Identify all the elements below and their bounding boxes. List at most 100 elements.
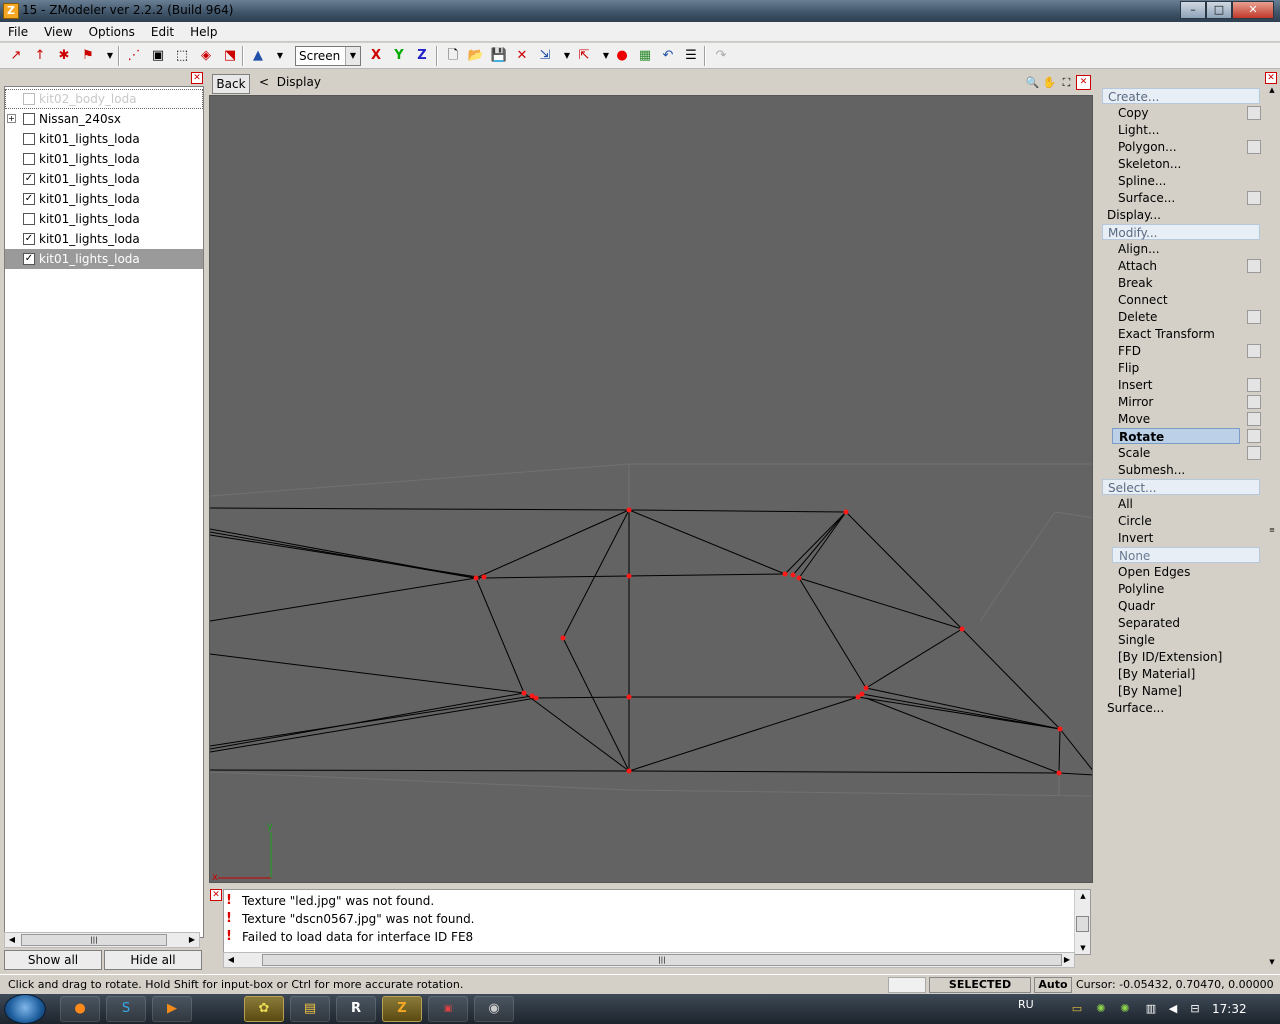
- clock[interactable]: 17:32: [1212, 1002, 1247, 1016]
- command-quadr[interactable]: Quadr: [1112, 598, 1240, 614]
- maximize-button[interactable]: □: [1206, 1, 1232, 19]
- edge-mode-icon[interactable]: ▣: [148, 46, 168, 66]
- tray-bug-icon-2[interactable]: ✺: [1118, 1002, 1132, 1016]
- log-horizontal-scrollbar[interactable]: ◀ ||| ▶: [223, 952, 1075, 968]
- command-align[interactable]: Align...: [1112, 241, 1240, 257]
- command-group-modify[interactable]: Modify...: [1102, 224, 1260, 240]
- command-submesh[interactable]: Submesh...: [1112, 462, 1240, 478]
- command-scrollbar[interactable]: ▲ ≡ ▼: [1266, 86, 1278, 970]
- command-by-id-extension[interactable]: [By ID/Extension]: [1112, 649, 1240, 665]
- command-options-box[interactable]: [1247, 140, 1261, 154]
- close-icon[interactable]: ✕: [1076, 75, 1091, 90]
- command-polygon[interactable]: Polygon...: [1112, 139, 1240, 155]
- breadcrumb[interactable]: < Display: [259, 75, 321, 89]
- hide-all-button[interactable]: Hide all: [104, 950, 202, 970]
- menu-options[interactable]: Options: [81, 25, 143, 39]
- command-attach[interactable]: Attach: [1112, 258, 1240, 274]
- save-icon[interactable]: 💾: [489, 46, 509, 66]
- poly-mode-icon[interactable]: ⬚: [172, 46, 192, 66]
- redo-icon[interactable]: ↷: [711, 46, 731, 66]
- command-group-display[interactable]: Display...: [1102, 207, 1260, 223]
- command-open-edges[interactable]: Open Edges: [1112, 564, 1240, 580]
- tree-horizontal-scrollbar[interactable]: ◀ ||| ▶: [4, 932, 200, 948]
- pan-hand-icon[interactable]: ✋: [1042, 75, 1057, 90]
- command-move[interactable]: Move: [1112, 411, 1240, 427]
- selection-mode-indicator[interactable]: SELECTED MODE: [929, 977, 1031, 1005]
- show-all-button[interactable]: Show all: [4, 950, 102, 970]
- command-options-box[interactable]: [1247, 344, 1261, 358]
- command-group-surface[interactable]: Surface...: [1102, 700, 1260, 716]
- command-options-box[interactable]: [1247, 412, 1261, 426]
- command-options-box[interactable]: [1247, 395, 1261, 409]
- back-button[interactable]: Back: [212, 74, 250, 94]
- command-ffd[interactable]: FFD: [1112, 343, 1240, 359]
- dropdown-arrow-icon[interactable]: ▼: [100, 46, 120, 66]
- media-player-task-icon[interactable]: ▶: [152, 996, 192, 1022]
- new-file-icon[interactable]: 🗋: [443, 46, 463, 66]
- tray-usb-icon[interactable]: ⊟: [1188, 1002, 1202, 1016]
- tray-bug-icon[interactable]: ✺: [1094, 1002, 1108, 1016]
- visibility-checkbox[interactable]: [23, 153, 35, 165]
- command-exact-transform[interactable]: Exact Transform: [1112, 326, 1240, 342]
- command-connect[interactable]: Connect: [1112, 292, 1240, 308]
- wireframe-mesh[interactable]: y x: [210, 96, 1093, 883]
- bee-task-icon[interactable]: ✿: [244, 996, 284, 1022]
- scroll-up-icon[interactable]: ▲: [1075, 890, 1091, 902]
- tree-item[interactable]: ✓ kit01_lights_loda: [5, 249, 203, 269]
- open-folder-icon[interactable]: 📂: [466, 46, 486, 66]
- visibility-checkbox[interactable]: [23, 133, 35, 145]
- minimize-button[interactable]: –: [1180, 1, 1206, 19]
- surface-mode-icon[interactable]: ◈: [196, 46, 216, 66]
- command-rotate[interactable]: Rotate: [1112, 428, 1240, 444]
- visibility-checkbox[interactable]: ✓: [23, 173, 35, 185]
- scroll-up-icon[interactable]: ▲: [1266, 86, 1278, 98]
- command-options-box[interactable]: [1247, 429, 1261, 443]
- explorer-task-icon[interactable]: ▤: [290, 996, 330, 1022]
- visibility-checkbox[interactable]: [23, 213, 35, 225]
- vertex-mode-icon[interactable]: ⋰: [124, 46, 144, 66]
- menu-help[interactable]: Help: [182, 25, 225, 39]
- command-invert[interactable]: Invert: [1112, 530, 1240, 546]
- bms-task-icon[interactable]: ▣: [428, 996, 468, 1022]
- auto-indicator[interactable]: Auto: [1034, 977, 1072, 993]
- command-polyline[interactable]: Polyline: [1112, 581, 1240, 597]
- command-mirror[interactable]: Mirror: [1112, 394, 1240, 410]
- command-options-box[interactable]: [1247, 259, 1261, 273]
- object-mode-icon[interactable]: ⬔: [220, 46, 240, 66]
- undo-icon[interactable]: ↶: [658, 46, 678, 66]
- command-skeleton[interactable]: Skeleton...: [1112, 156, 1240, 172]
- start-button[interactable]: [4, 994, 46, 1024]
- scroll-thumb[interactable]: |||: [262, 954, 1062, 966]
- command-single[interactable]: Single: [1112, 632, 1240, 648]
- export-icon[interactable]: ⇱: [574, 46, 594, 66]
- tree-item[interactable]: kit02_body_loda: [5, 89, 203, 109]
- visibility-checkbox[interactable]: ✓: [23, 233, 35, 245]
- maximize-viewport-icon[interactable]: ⛶: [1059, 75, 1074, 90]
- command-scale[interactable]: Scale: [1112, 445, 1240, 461]
- menu-edit[interactable]: Edit: [143, 25, 182, 39]
- command-insert[interactable]: Insert: [1112, 377, 1240, 393]
- tray-folder-icon[interactable]: ▭: [1070, 1002, 1084, 1016]
- command-spline[interactable]: Spline...: [1112, 173, 1240, 189]
- language-indicator[interactable]: RU: [1018, 998, 1034, 1011]
- log-vertical-scrollbar[interactable]: ▲ ▼: [1074, 890, 1090, 954]
- delete-icon[interactable]: ✕: [512, 46, 532, 66]
- command-none[interactable]: None: [1112, 547, 1260, 563]
- tree-item[interactable]: kit01_lights_loda: [5, 129, 203, 149]
- command-options-box[interactable]: [1247, 378, 1261, 392]
- 3d-viewport[interactable]: y x: [209, 95, 1093, 883]
- chevron-down-icon[interactable]: ▼: [345, 47, 360, 65]
- breadcrumb-display[interactable]: Display: [277, 75, 321, 89]
- import-icon[interactable]: ⇲: [535, 46, 555, 66]
- command-options-box[interactable]: [1247, 446, 1261, 460]
- visibility-checkbox[interactable]: ✓: [23, 193, 35, 205]
- tree-item[interactable]: ✓ kit01_lights_loda: [5, 229, 203, 249]
- command-options-box[interactable]: [1247, 191, 1261, 205]
- expand-plus-icon[interactable]: +: [7, 114, 16, 123]
- command-break[interactable]: Break: [1112, 275, 1240, 291]
- material-icon[interactable]: ▦: [635, 46, 655, 66]
- command-flip[interactable]: Flip: [1112, 360, 1240, 376]
- close-icon[interactable]: ✕: [210, 889, 222, 901]
- command-all[interactable]: All: [1112, 496, 1240, 512]
- skype-task-icon[interactable]: S: [106, 996, 146, 1022]
